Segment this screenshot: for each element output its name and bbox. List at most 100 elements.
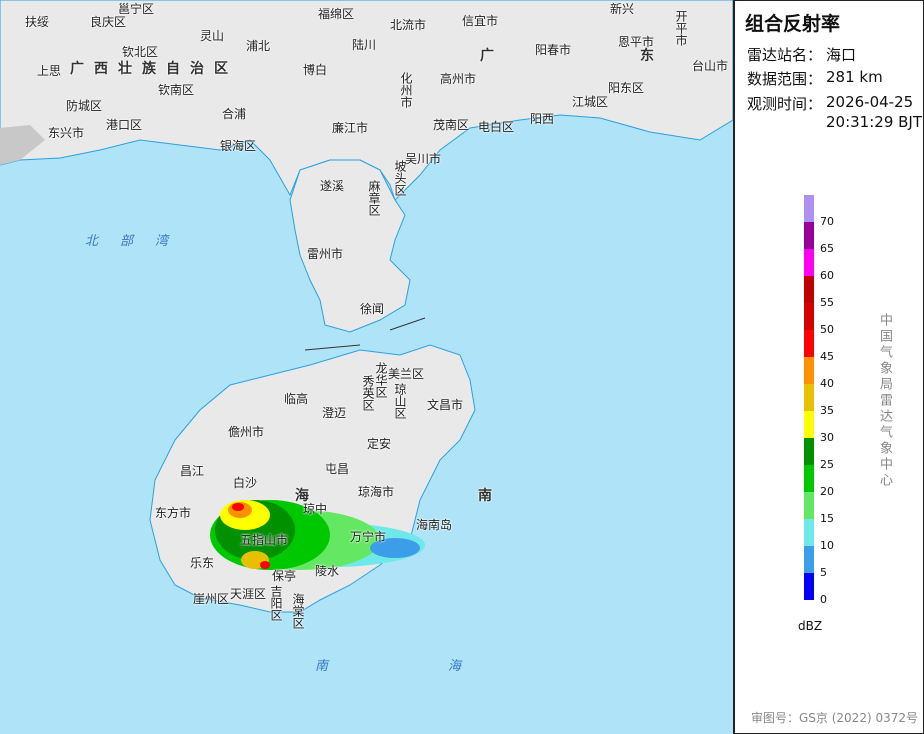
legend-tick-label: 10 [820, 539, 834, 552]
station-value: 海口 [826, 46, 857, 64]
place-label: 五指山市 [240, 533, 289, 547]
place-label: 临高 [284, 392, 309, 406]
place-label: 信宜市 [462, 14, 499, 28]
place-label: 新兴 [610, 2, 635, 16]
place-label: 儋州市 [228, 425, 265, 439]
legend-swatch [804, 573, 814, 600]
place-label: 白沙 [233, 476, 258, 490]
legend-tick-label: 15 [820, 512, 834, 525]
place-label: 阳西 [530, 112, 555, 126]
place-label: 邕宁区 [118, 2, 155, 16]
legend-unit: dBZ [798, 619, 823, 633]
place-label: 阳春市 [535, 43, 572, 57]
legend-swatch [804, 276, 814, 303]
place-label: 银海区 [220, 139, 257, 153]
legend-swatch [804, 330, 814, 357]
legend-swatch [804, 519, 814, 546]
province-label: 南 [478, 488, 502, 504]
range-label: 数据范围： [747, 70, 823, 88]
place-label: 屯昌 [325, 462, 350, 476]
info-panel: 组合反射率 雷达站名： 海口 数据范围： 281 km 观测时间： 2026-04-2… [733, 0, 924, 734]
place-label: 美兰区 [388, 367, 425, 381]
legend-tick-label: 20 [820, 485, 834, 498]
place-label: 天涯区 [230, 587, 267, 601]
place-label: 崖州区 [193, 592, 230, 606]
place-label: 茂南区 [433, 118, 470, 132]
legend-swatch [804, 357, 814, 384]
time-label: 观测时间： [747, 95, 823, 113]
place-label: 浦北 [246, 39, 271, 53]
place-label: 上思 [37, 64, 62, 78]
legend-tick-label: 5 [820, 566, 827, 579]
legend-tick-label: 70 [820, 215, 834, 228]
place-label: 陵水 [315, 564, 340, 578]
place-label: 吴川市 [405, 152, 442, 166]
date-value: 2026-04-25 [826, 93, 914, 111]
place-label: 电白区 [478, 120, 515, 134]
map-base [0, 0, 733, 613]
place-label: 坡头区 [393, 160, 407, 196]
legend-tick-label: 55 [820, 296, 834, 309]
province-label: 广 [480, 48, 504, 64]
place-label: 秀英区 [361, 375, 375, 411]
place-label: 阳东区 [608, 81, 645, 95]
place-label: 文昌市 [427, 398, 464, 412]
place-label: 博白 [303, 63, 328, 77]
legend-tick-label: 45 [820, 350, 834, 363]
legend-tick-label: 40 [820, 377, 834, 390]
place-label: 万宁市 [350, 530, 387, 544]
legend-swatch [804, 222, 814, 249]
place-label: 乐东 [190, 556, 215, 570]
place-label: 开平市 [674, 10, 688, 46]
province-label: 广西壮族自治区 [70, 61, 238, 77]
legend-swatch [804, 465, 814, 492]
place-label: 合浦 [222, 107, 247, 121]
place-label: 琼中 [303, 502, 328, 516]
place-label: 港口区 [106, 118, 143, 132]
legend-swatch [804, 411, 814, 438]
range-row: 数据范围： 281 km [747, 68, 883, 89]
place-label: 台山市 [692, 59, 729, 73]
legend-tick-label: 35 [820, 404, 834, 417]
legend-swatch [804, 438, 814, 465]
legend-tick-label: 0 [820, 593, 827, 606]
place-label: 澄迈 [322, 406, 347, 420]
place-label: 吉阳区 [269, 585, 283, 621]
color-legend [804, 195, 814, 600]
station-label: 雷达站名： [747, 46, 823, 64]
place-label: 恩平市 [618, 35, 655, 49]
place-label: 化州市 [399, 72, 413, 108]
product-title: 组合反射率 [745, 13, 841, 35]
legend-tick-label: 65 [820, 242, 834, 255]
place-label: 高州市 [440, 72, 477, 86]
legend-tick-label: 60 [820, 269, 834, 282]
time-row: 观测时间： 2026-04-25 20:31:29 BJT [747, 93, 922, 131]
legend-swatch [804, 546, 814, 573]
legend-swatch [804, 384, 814, 411]
place-label: 钦南区 [158, 83, 195, 97]
sea-label: 北部湾 [85, 234, 191, 249]
place-label: 雷州市 [307, 247, 344, 261]
place-label: 防城区 [66, 99, 103, 113]
legend-swatch [804, 249, 814, 276]
place-label: 廉江市 [332, 121, 369, 135]
place-label: 定安 [367, 437, 392, 451]
place-label: 保亭 [272, 569, 297, 583]
place-label: 琼山区 [393, 383, 407, 419]
legend-tick-label: 25 [820, 458, 834, 471]
place-label: 昌江 [180, 464, 205, 478]
place-label: 扶绥 [25, 15, 50, 29]
sea-label: 南海 [315, 659, 582, 674]
place-label: 琼海市 [358, 485, 395, 499]
place-label: 北流市 [390, 18, 427, 32]
range-value: 281 km [826, 68, 883, 86]
place-label: 海棠区 [291, 593, 305, 629]
approval-number: 审图号：GS京 (2022) 0372号 [751, 711, 918, 725]
place-label: 江城区 [572, 95, 609, 109]
radar-map[interactable]: 广西壮族自治区 广 东 海 南 北部湾 南海 扶绥 良庆区 邕宁区 灵山 福绵区… [0, 0, 733, 734]
legend-tick-label: 50 [820, 323, 834, 336]
legend-swatch [804, 303, 814, 330]
place-label: 东兴市 [48, 126, 85, 140]
station-row: 雷达站名： 海口 [747, 44, 856, 65]
place-label: 福绵区 [318, 7, 355, 21]
